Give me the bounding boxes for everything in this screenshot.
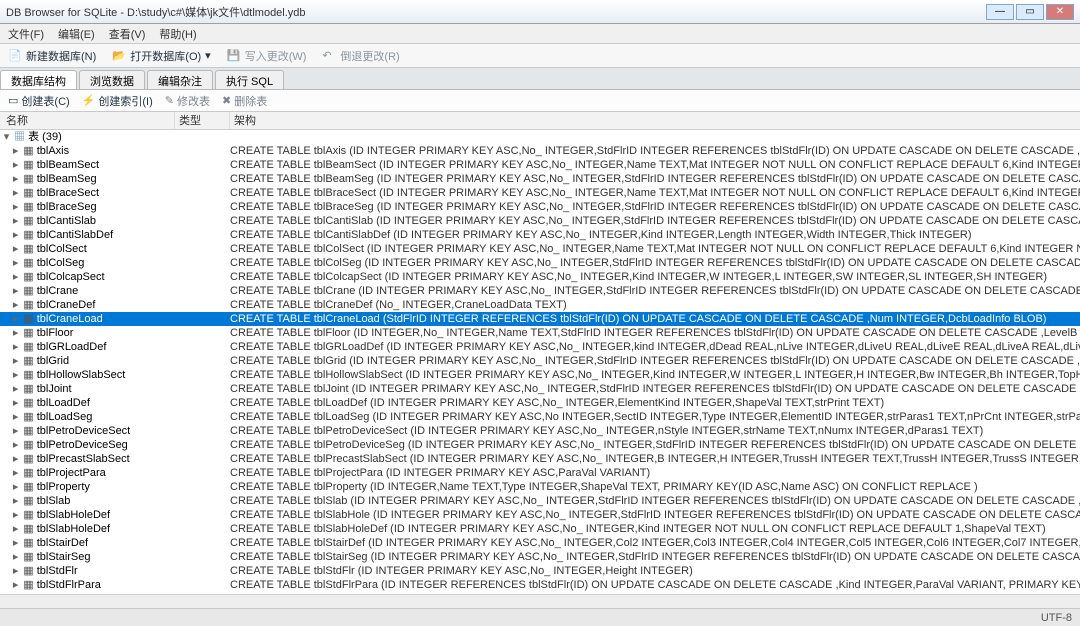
table-row[interactable]: ▸ ▦ tblStairSegCREATE TABLE tblStairSeg … <box>0 550 1080 564</box>
tab-browse[interactable]: 浏览数据 <box>79 70 145 89</box>
maximize-button[interactable]: ▭ <box>1016 4 1044 20</box>
table-row[interactable]: ▸ ▦ tblFloorCREATE TABLE tblFloor (ID IN… <box>0 326 1080 340</box>
index-icon: ⚡ <box>82 94 96 107</box>
window-controls: — ▭ ✕ <box>986 4 1074 20</box>
tab-pragma[interactable]: 编辑杂注 <box>147 70 213 89</box>
structure-toolbar: ▭创建表(C) ⚡创建索引(I) ✎修改表 ✖删除表 <box>0 90 1080 112</box>
minimize-button[interactable]: — <box>986 4 1014 20</box>
header-name[interactable]: 名称 <box>0 112 175 129</box>
table-row[interactable]: ▸ ▦ tblColcapSectCREATE TABLE tblColcapS… <box>0 270 1080 284</box>
revert-icon: ↶ <box>322 49 336 63</box>
table-row[interactable]: ▸ ▦ tblBraceSegCREATE TABLE tblBraceSeg … <box>0 200 1080 214</box>
menu-view[interactable]: 查看(V) <box>109 26 146 42</box>
table-row[interactable]: ▸ ▦ tblSlabHoleDefCREATE TABLE tblSlabHo… <box>0 522 1080 536</box>
window-title: DB Browser for SQLite - D:\study\c#\媒体\j… <box>6 4 986 20</box>
delete-table-button[interactable]: ✖删除表 <box>222 93 267 109</box>
new-database-button[interactable]: 📄新建数据库(N) <box>8 48 96 64</box>
table-row[interactable]: ▸ ▦ tblPrecastSlabSectCREATE TABLE tblPr… <box>0 452 1080 466</box>
new-db-icon: 📄 <box>8 49 22 63</box>
delete-icon: ✖ <box>222 94 231 107</box>
menu-file[interactable]: 文件(F) <box>8 26 44 42</box>
horizontal-scrollbar[interactable] <box>0 594 1080 608</box>
table-row[interactable]: ▸ ▦ tblGRLoadDefCREATE TABLE tblGRLoadDe… <box>0 340 1080 354</box>
table-row[interactable]: ▸ ▦ tblCraneDefCREATE TABLE tblCraneDef … <box>0 298 1080 312</box>
menu-bar: 文件(F) 编辑(E) 查看(V) 帮助(H) <box>0 24 1080 44</box>
menu-help[interactable]: 帮助(H) <box>159 26 196 42</box>
table-row[interactable]: ▸ ▦ tblLoadSegCREATE TABLE tblLoadSeg (I… <box>0 410 1080 424</box>
table-row[interactable]: ▸ ▦ tblColSectCREATE TABLE tblColSect (I… <box>0 242 1080 256</box>
table-row[interactable]: ▸ ▦ tblCantiSlabDefCREATE TABLE tblCanti… <box>0 228 1080 242</box>
table-row[interactable]: ▸ ▦ tblGridCREATE TABLE tblGrid (ID INTE… <box>0 354 1080 368</box>
tab-sql[interactable]: 执行 SQL <box>215 70 284 89</box>
modify-icon: ✎ <box>165 94 174 107</box>
title-bar: DB Browser for SQLite - D:\study\c#\媒体\j… <box>0 0 1080 24</box>
create-table-button[interactable]: ▭创建表(C) <box>8 93 70 109</box>
table-row[interactable]: ▾ ▦ 表 (39) <box>0 130 1080 144</box>
write-changes-button[interactable]: 💾写入更改(W) <box>227 48 307 64</box>
tab-structure[interactable]: 数据库结构 <box>0 70 77 89</box>
status-bar: UTF-8 <box>0 608 1080 626</box>
main-toolbar: 📄新建数据库(N) 📂打开数据库(O)▾ 💾写入更改(W) ↶倒退更改(R) <box>0 44 1080 68</box>
create-index-button[interactable]: ⚡创建索引(I) <box>82 93 153 109</box>
main-tabs: 数据库结构 浏览数据 编辑杂注 执行 SQL <box>0 68 1080 90</box>
encoding-label: UTF-8 <box>1041 612 1072 624</box>
table-row[interactable]: ▸ ▦ tblLoadDefCREATE TABLE tblLoadDef (I… <box>0 396 1080 410</box>
table-row[interactable]: ▸ ▦ tblSlabCREATE TABLE tblSlab (ID INTE… <box>0 494 1080 508</box>
table-row[interactable]: ▸ ▦ tblBeamSegCREATE TABLE tblBeamSeg (I… <box>0 172 1080 186</box>
close-button[interactable]: ✕ <box>1046 4 1074 20</box>
table-row[interactable]: ▸ ▦ tblCantiSlabCREATE TABLE tblCantiSla… <box>0 214 1080 228</box>
table-row[interactable]: ▸ ▦ tblPetroDeviceSegCREATE TABLE tblPet… <box>0 438 1080 452</box>
header-schema[interactable]: 架构 <box>230 112 1080 129</box>
modify-table-button[interactable]: ✎修改表 <box>165 93 210 109</box>
tree-header: 名称 类型 架构 <box>0 112 1080 130</box>
table-row[interactable]: ▸ ▦ tblPetroDeviceSectCREATE TABLE tblPe… <box>0 424 1080 438</box>
table-row[interactable]: ▸ ▦ tblAxisCREATE TABLE tblAxis (ID INTE… <box>0 144 1080 158</box>
table-row[interactable]: ▸ ▦ tblStdFlrCREATE TABLE tblStdFlr (ID … <box>0 564 1080 578</box>
revert-changes-button[interactable]: ↶倒退更改(R) <box>322 48 399 64</box>
table-row[interactable]: ▸ ▦ tblSlabHoleDefCREATE TABLE tblSlabHo… <box>0 508 1080 522</box>
open-database-button[interactable]: 📂打开数据库(O)▾ <box>112 48 210 64</box>
table-row[interactable]: ▸ ▦ tblStdFlrParaCREATE TABLE tblStdFlrP… <box>0 578 1080 592</box>
menu-edit[interactable]: 编辑(E) <box>58 26 95 42</box>
table-row[interactable]: ▸ ▦ tblCraneLoadCREATE TABLE tblCraneLoa… <box>0 312 1080 326</box>
table-row[interactable]: ▸ ▦ tblJointCREATE TABLE tblJoint (ID IN… <box>0 382 1080 396</box>
table-row[interactable]: ▸ ▦ tblBraceSectCREATE TABLE tblBraceSec… <box>0 186 1080 200</box>
table-row[interactable]: ▸ ▦ tblProjectParaCREATE TABLE tblProjec… <box>0 466 1080 480</box>
header-type[interactable]: 类型 <box>175 112 230 129</box>
table-row[interactable]: ▸ ▦ tblStairDefCREATE TABLE tblStairDef … <box>0 536 1080 550</box>
table-row[interactable]: ▸ ▦ tblColSegCREATE TABLE tblColSeg (ID … <box>0 256 1080 270</box>
table-icon: ▭ <box>8 94 18 107</box>
open-db-icon: 📂 <box>112 49 126 63</box>
table-row[interactable]: ▸ ▦ tblHollowSlabSectCREATE TABLE tblHol… <box>0 368 1080 382</box>
dropdown-icon: ▾ <box>205 49 211 62</box>
table-row[interactable]: ▸ ▦ tblBeamSectCREATE TABLE tblBeamSect … <box>0 158 1080 172</box>
table-row[interactable]: ▸ ▦ tblPropertyCREATE TABLE tblProperty … <box>0 480 1080 494</box>
schema-tree[interactable]: ▾ ▦ 表 (39) ▸ ▦ tblAxisCREATE TABLE tblAx… <box>0 130 1080 594</box>
table-row[interactable]: ▸ ▦ tblCraneCREATE TABLE tblCrane (ID IN… <box>0 284 1080 298</box>
write-icon: 💾 <box>227 49 241 63</box>
